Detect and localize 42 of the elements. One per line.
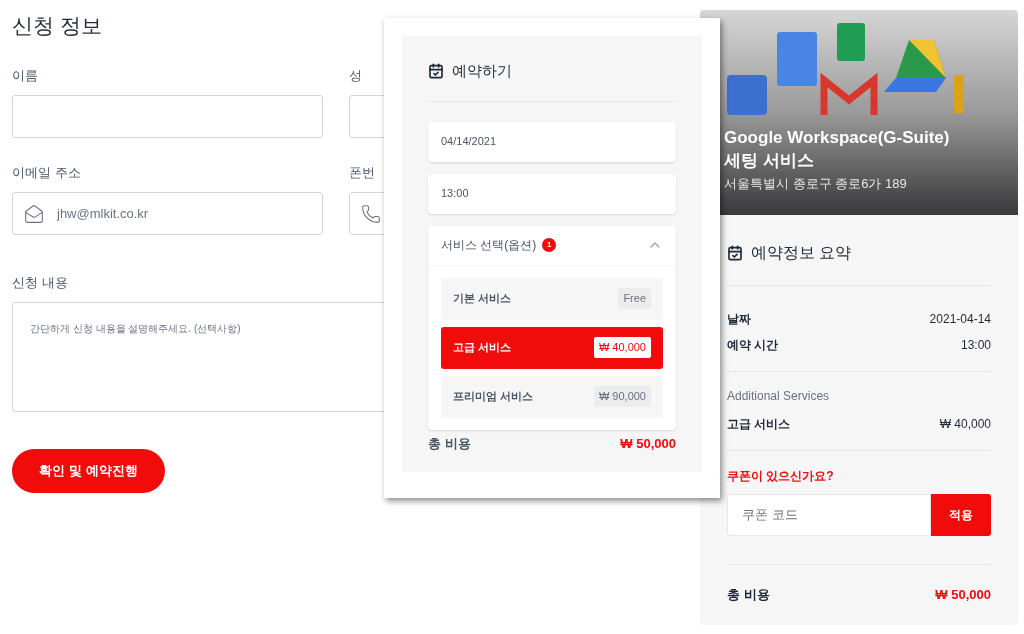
banner-address: 서울특별시 종로구 종로6가 189 <box>724 175 907 193</box>
input-field[interactable]: jhw@mlkit.co.kr <box>12 191 323 235</box>
banner-title: Google Workspace(G-Suite) 세팅 서비스 <box>724 127 951 172</box>
total-value: ₩ 50,000 <box>620 434 676 453</box>
service-name: 고급 서비스 <box>727 416 791 433</box>
additional-heading: Additional Services <box>727 388 830 405</box>
calendar-icon <box>727 245 743 261</box>
services-dropdown-header[interactable]: 서비스 선택(옵션) 1 <box>428 225 676 266</box>
time-field[interactable]: 13:00 <box>428 173 676 214</box>
field-label: 신청 내용 <box>12 273 68 292</box>
service-option[interactable]: 기본 서비스 Free <box>441 277 663 320</box>
count-badge: 1 <box>542 238 557 252</box>
service-option[interactable]: 프리미엄 서비스 ₩ 90,000 <box>441 375 663 418</box>
form-title: 신청 정보 <box>12 13 102 39</box>
apply-button[interactable]: 적용 <box>931 494 991 536</box>
dropdown-label: 서비스 선택(옵션) <box>441 237 537 254</box>
summary-title: 예약정보 요약 <box>751 243 852 263</box>
field-label: 성 <box>349 66 362 85</box>
coupon-question: 쿠폰이 있으신가요? <box>727 468 834 485</box>
field-label: 폰번 <box>349 163 375 182</box>
service-option[interactable]: 고급 서비스 ₩ 40,000 <box>441 326 663 369</box>
summary-value: 2021-04-14 <box>929 311 991 328</box>
summary-label: 날짜 <box>727 311 751 328</box>
summary-value: 13:00 <box>960 337 991 354</box>
submit-button[interactable]: 확인 및 예약진행 <box>12 449 165 493</box>
price-tag: ₩ 40,000 <box>593 337 651 358</box>
input-field[interactable] <box>12 94 323 138</box>
phone-icon <box>361 203 381 224</box>
booking-title: 예약하기 <box>452 61 512 81</box>
envelope-icon <box>24 203 44 224</box>
service-price: ₩ 40,000 <box>939 416 991 433</box>
total-label: 총 비용 <box>727 586 770 604</box>
coupon-input[interactable]: 쿠폰 코드 <box>727 494 931 536</box>
field-label: 이름 <box>12 66 38 85</box>
field-label: 이메일 주소 <box>12 163 81 182</box>
calendar-icon <box>428 63 444 80</box>
total-value: ₩ 50,000 <box>935 586 991 604</box>
price-tag: ₩ 90,000 <box>593 386 651 407</box>
price-tag: Free <box>618 288 651 309</box>
total-label: 총 비용 <box>428 434 471 453</box>
summary-label: 예약 시간 <box>727 337 779 354</box>
date-field[interactable]: 04/14/2021 <box>428 121 676 162</box>
